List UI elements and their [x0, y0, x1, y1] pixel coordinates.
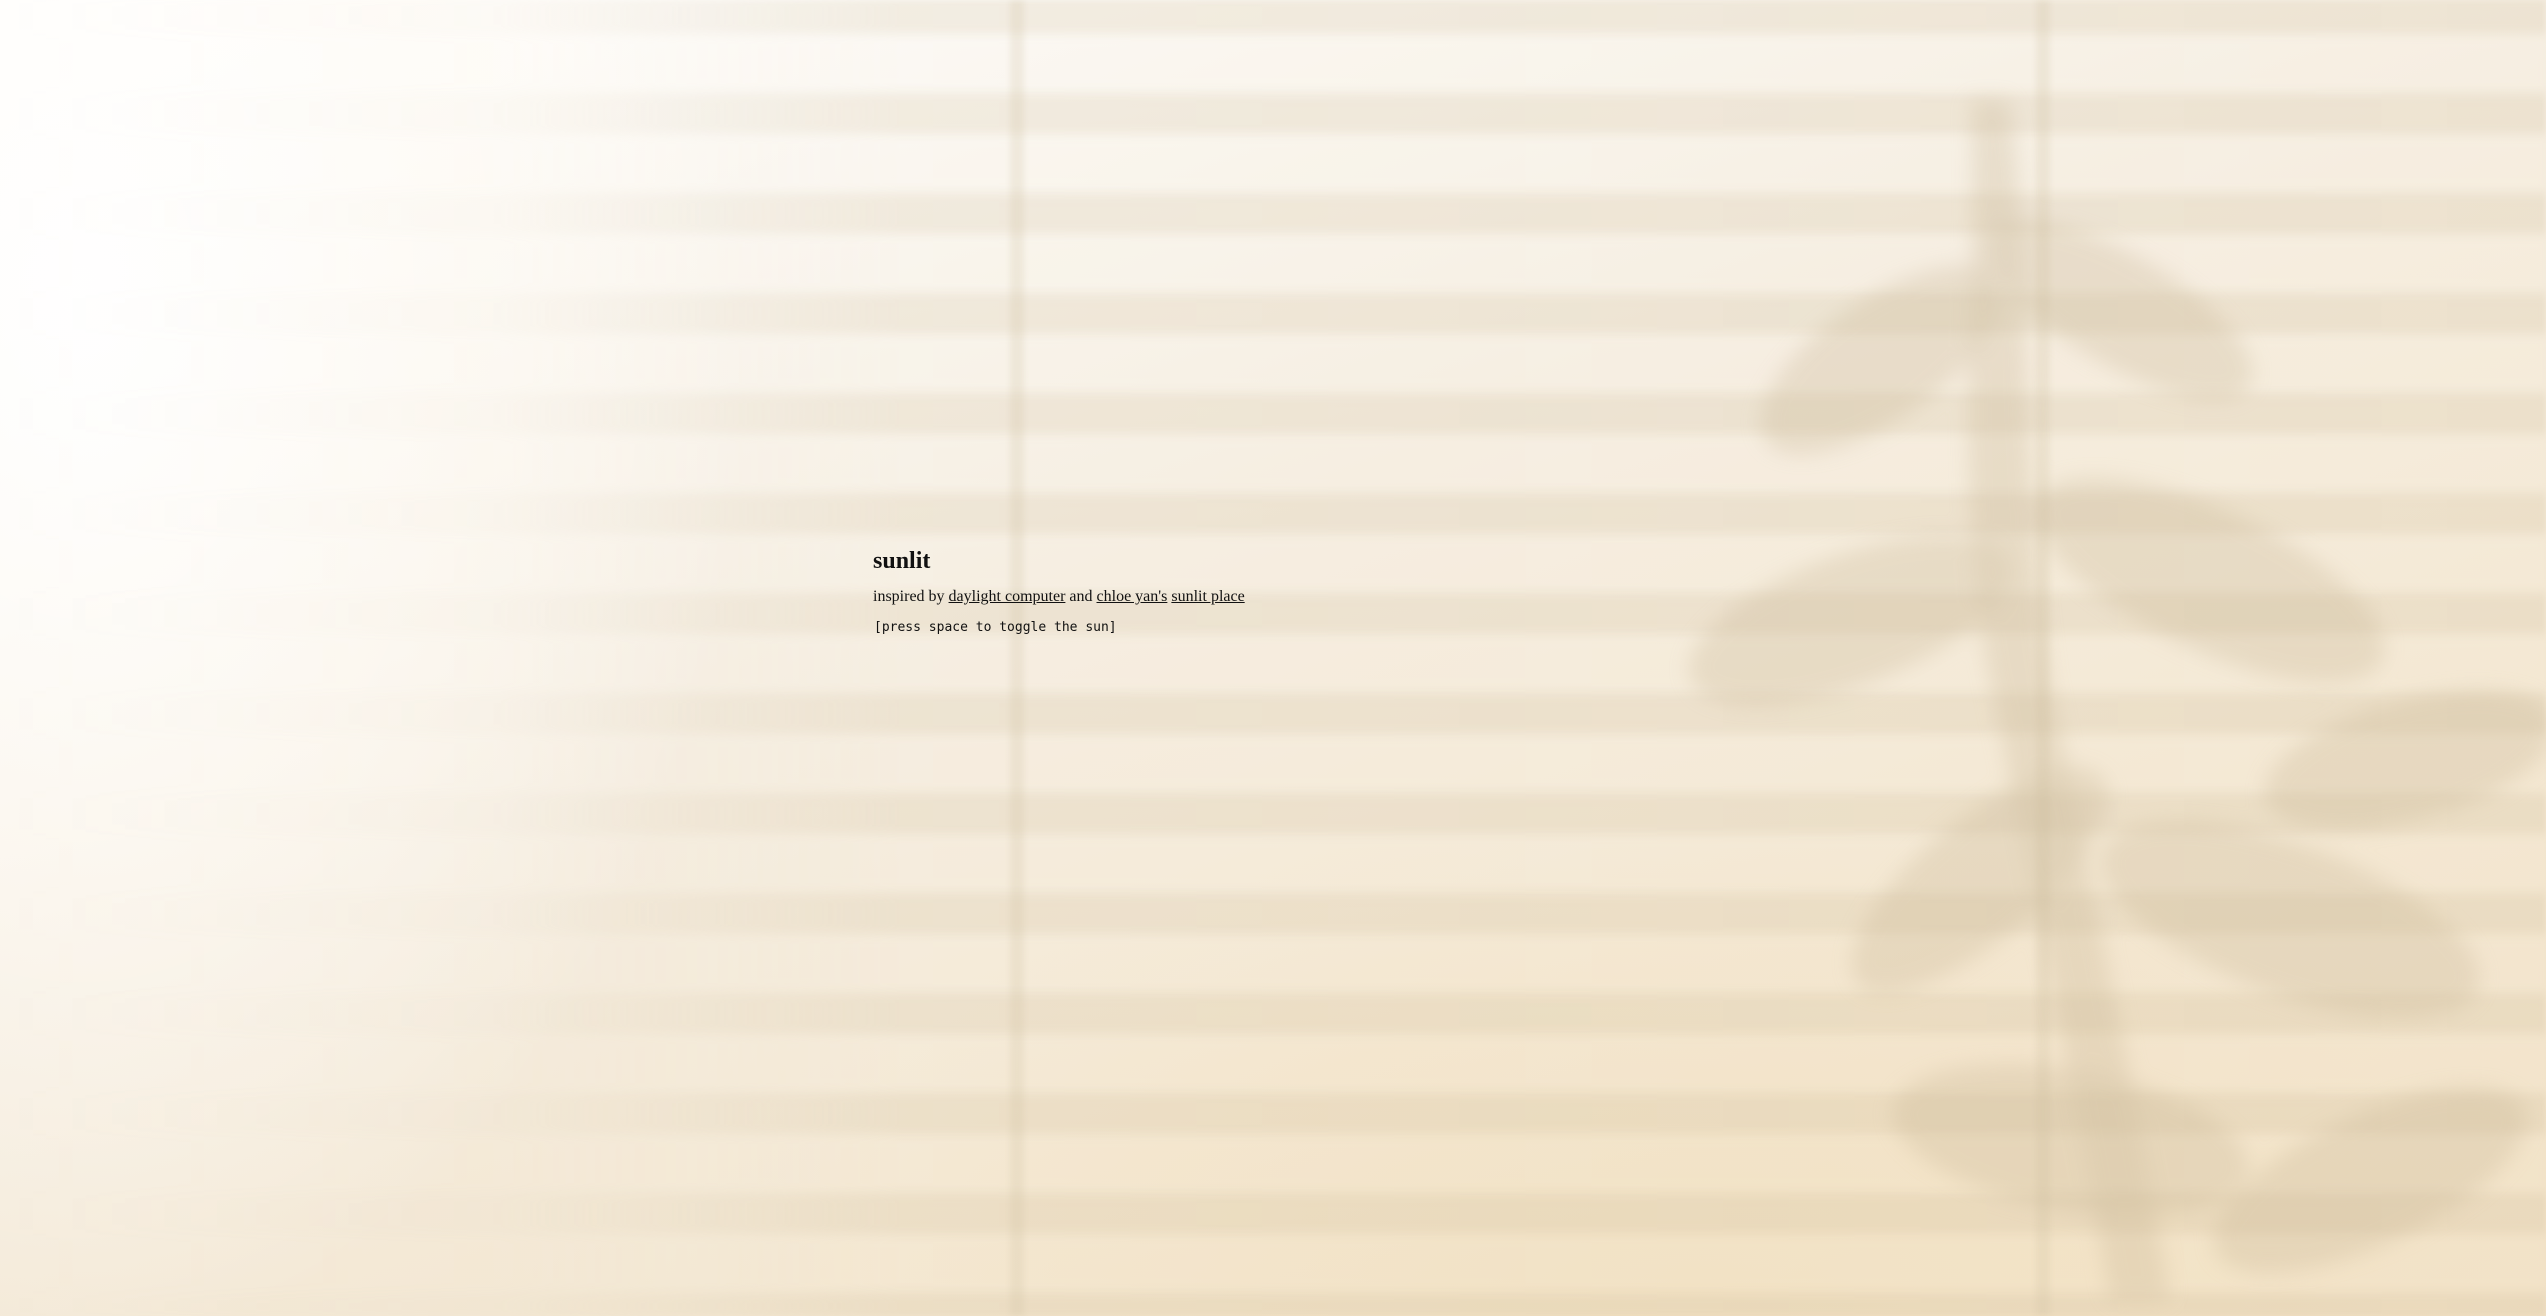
daylight-computer-link[interactable]: daylight computer: [949, 588, 1066, 605]
window-frame-shadow-left: [1010, 0, 1024, 1316]
page-title: sunlit: [873, 548, 931, 574]
main-content: sunlit inspired by daylight computer and…: [873, 545, 1245, 637]
sunlit-background-scene: [0, 0, 2546, 1316]
credits-line: inspired by daylight computer and chloe …: [873, 587, 1245, 607]
sunlit-place-link[interactable]: sunlit place: [1171, 588, 1244, 605]
chloe-yan-link[interactable]: chloe yan's: [1097, 588, 1168, 605]
toggle-sun-hint: [press space to toggle the sun]: [874, 620, 1117, 635]
plant-leaf-shadow: [1688, 100, 2546, 1300]
credits-joiner: and: [1065, 588, 1097, 605]
credits-prefix: inspired by: [873, 588, 949, 605]
